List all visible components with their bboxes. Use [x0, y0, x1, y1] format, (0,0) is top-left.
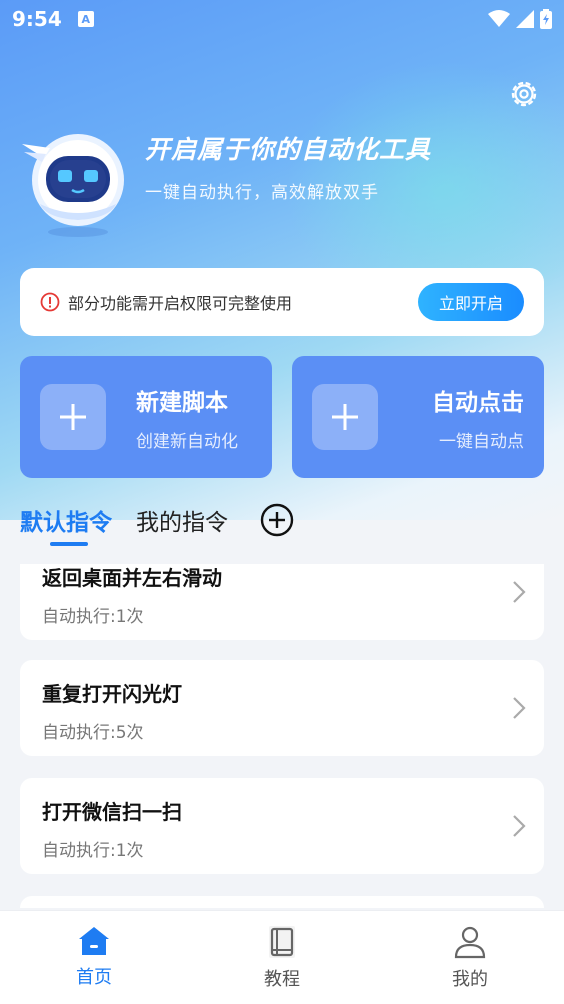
command-list: 返回桌面并左右滑动 自动执行:1次 重复打开闪光灯 自动执行:5次 打开微信扫一…: [0, 564, 564, 908]
bottom-navigation: 首页 教程 我的: [0, 910, 564, 1004]
battery-icon: [540, 9, 552, 29]
wifi-icon: [488, 10, 510, 27]
book-icon: [269, 926, 295, 958]
permission-banner: 部分功能需开启权限可完整使用 立即开启: [20, 268, 544, 336]
chevron-right-icon: [513, 697, 526, 719]
nav-home-label: 首页: [76, 967, 112, 988]
command-title: 打开微信扫一扫: [42, 800, 182, 824]
command-count: 自动执行:1次: [42, 607, 144, 627]
auto-click-title: 自动点击: [432, 389, 524, 416]
hero-title: 开启属于你的自动化工具: [145, 135, 432, 164]
status-time: 9:54: [12, 7, 62, 31]
command-count: 自动执行:5次: [42, 723, 144, 743]
new-script-card[interactable]: 新建脚本 创建新自动化: [20, 356, 272, 478]
nav-profile-label: 我的: [452, 969, 488, 990]
nav-tutorial-label: 教程: [264, 969, 300, 990]
command-title: 重复打开闪光灯: [42, 682, 182, 706]
nav-tutorial[interactable]: 教程: [188, 911, 376, 1004]
tab-my-commands[interactable]: 我的指令: [136, 498, 228, 542]
add-circle-icon[interactable]: [260, 503, 294, 537]
list-item[interactable]: 重复打开闪光灯 自动执行:5次: [20, 660, 544, 756]
nav-home[interactable]: 首页: [0, 911, 188, 1004]
settings-gear-icon[interactable]: [506, 76, 542, 112]
plus-icon: [312, 384, 378, 450]
list-item[interactable]: 打开微信扫一扫 自动执行:1次: [20, 778, 544, 874]
nav-profile[interactable]: 我的: [376, 911, 564, 1004]
status-bar: 9:54 A: [0, 0, 564, 38]
list-item[interactable]: 返回桌面并左右滑动 自动执行:1次: [20, 564, 544, 640]
tab-default-commands[interactable]: 默认指令: [20, 498, 112, 546]
user-icon: [454, 926, 486, 959]
new-script-title: 新建脚本: [136, 389, 228, 416]
command-tabs: 默认指令 我的指令: [20, 498, 294, 548]
command-count: 自动执行:1次: [42, 841, 144, 861]
new-script-subtitle: 创建新自动化: [136, 431, 238, 452]
list-item[interactable]: [20, 896, 544, 908]
robot-mascot-icon: [20, 118, 130, 242]
status-icons: [488, 9, 552, 29]
signal-icon: [516, 10, 534, 28]
permission-text: 部分功能需开启权限可完整使用: [68, 294, 293, 313]
auto-click-subtitle: 一键自动点: [439, 431, 524, 452]
enable-permission-button[interactable]: 立即开启: [418, 283, 524, 321]
hero-subtitle: 一键自动执行，高效解放双手: [145, 183, 379, 203]
notification-icon: A: [77, 11, 94, 27]
chevron-right-icon: [513, 581, 526, 603]
home-icon: [79, 927, 109, 955]
warning-icon: [40, 292, 60, 312]
plus-icon: [40, 384, 106, 450]
command-title: 返回桌面并左右滑动: [42, 566, 222, 590]
chevron-right-icon: [513, 815, 526, 837]
auto-click-card[interactable]: 自动点击 一键自动点: [292, 356, 544, 478]
